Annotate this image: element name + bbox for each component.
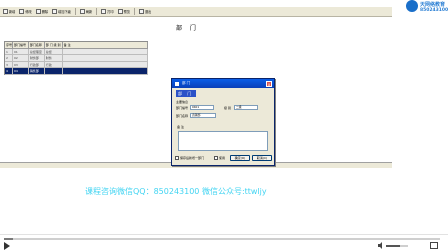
in-use-label: 使用 [219,156,226,160]
toolbar-separator [134,8,135,15]
progress-fill [4,238,13,240]
add-icon [3,9,8,14]
dept-name-label: 部门名称 [176,114,189,118]
table-cell: 销售部 [28,68,45,75]
print-button[interactable]: 打印 [101,8,114,16]
dept-code-label: 部门编号 [176,106,189,110]
toolbar-separator [96,8,98,15]
in-use-checkbox[interactable] [214,156,218,160]
preview-icon [117,9,123,14]
dept-name-field[interactable]: 直销部 [190,113,216,118]
level-label: 级 别 [224,106,231,110]
brand-phone: 850243100 [420,8,448,13]
ok-button[interactable]: 确定(O) [230,155,250,161]
promo-text: 课程咨询微信QQ：850243100 微信公众号:ttwljy [85,187,267,196]
volume-icon[interactable] [378,242,384,249]
page-title: 部 门 [176,25,199,32]
add-child-icon [52,9,58,14]
notes-textarea[interactable] [178,131,268,151]
dialog-heading: 部 门 [176,90,196,97]
delete-icon [35,9,41,14]
table-cell: 04 [12,68,29,75]
play-icon[interactable] [4,242,10,250]
table-cell [62,68,148,75]
dialog-titlebar[interactable]: 部 门 [172,79,274,88]
section-label: 主要信息 [176,100,189,104]
toolbar: 新增 修改 删除 增加下级 刷新 打印 预览 退出 [0,7,392,17]
edit-button[interactable]: 修改 [19,8,32,16]
level-field[interactable]: 二级 [234,105,258,110]
cancel-button[interactable]: 取消(C) [252,155,272,161]
department-dialog: 部 门 x 部 门 主要信息 部门编号 0401 级 别 二级 部门名称 直销部… [171,78,275,166]
brand-name: 天网络教育 [420,2,446,8]
toolbar-separator [74,8,76,15]
delete-button[interactable]: 删除 [35,8,48,16]
refresh-icon [79,9,85,14]
add-button[interactable]: 新增 [3,8,15,16]
notes-label: 备 注 [177,125,184,129]
table-row-selected[interactable]: 4 04 销售部 [5,68,148,75]
preview-button[interactable]: 预览 [117,8,130,16]
volume-fill [386,245,401,247]
progress-bar[interactable] [4,238,440,240]
volume-slider[interactable] [386,245,408,247]
brand-logo-icon [406,0,418,12]
exit-icon [139,9,144,14]
right-margin [392,0,448,168]
fullscreen-icon[interactable] [430,242,438,249]
table-cell [44,68,63,75]
department-grid: 序号 部门编号 部门名称 部 门 级 别 备 注 1 01 总经理室 总经 2 … [4,41,148,75]
save-and-new-label: 保存后新增一部门 [180,156,205,160]
exit-button[interactable]: 退出 [139,8,151,16]
close-button[interactable]: x [266,80,272,87]
add-child-button[interactable]: 增加下级 [52,8,71,16]
refresh-button[interactable]: 刷新 [79,8,92,16]
save-and-new-checkbox[interactable] [175,156,179,160]
app-icon [175,81,179,86]
printer-icon [101,9,107,14]
dialog-title: 部 门 [182,81,191,85]
table-cell: 4 [5,68,13,75]
dept-code-field[interactable]: 0401 [190,105,214,110]
edit-icon [19,9,25,14]
